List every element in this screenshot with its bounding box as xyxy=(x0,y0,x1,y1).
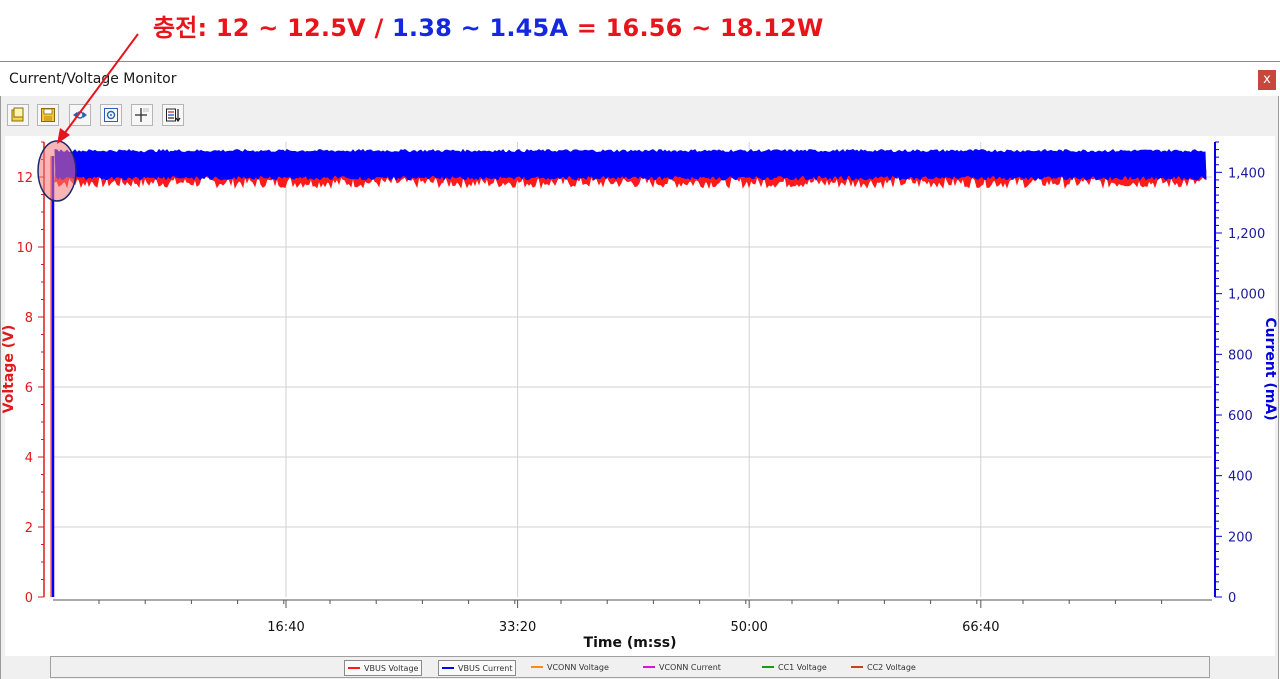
legend-swatch xyxy=(762,665,774,668)
legend-label: CC2 Voltage xyxy=(867,663,916,672)
left-tick-label: 6 xyxy=(25,381,33,396)
x-tick-label: 33:20 xyxy=(499,620,536,635)
legend-label: VBUS Voltage xyxy=(364,664,419,673)
right-tick-label: 1,000 xyxy=(1228,288,1265,303)
right-tick-label: 400 xyxy=(1228,470,1253,485)
legend-label: CC1 Voltage xyxy=(778,663,827,672)
right-tick-label: 200 xyxy=(1228,530,1253,545)
left-tick-label: 10 xyxy=(16,241,33,256)
legend-swatch xyxy=(348,666,360,669)
left-tick-label: 2 xyxy=(25,521,33,536)
right-tick-label: 800 xyxy=(1228,348,1253,363)
legend: VBUS Voltage VBUS Current VCONN Voltage VCO… xyxy=(50,656,1210,678)
legend-item[interactable]: CC2 Voltage xyxy=(851,660,916,676)
left-tick-label: 12 xyxy=(16,171,33,186)
x-tick-label: 16:40 xyxy=(267,620,304,635)
left-axis-title: Voltage (V) xyxy=(1,325,17,414)
legend-swatch xyxy=(442,666,454,669)
legend-label: VBUS Current xyxy=(458,664,513,673)
legend-item[interactable]: VCONN Voltage xyxy=(531,660,609,676)
x-tick-label: 50:00 xyxy=(730,620,767,635)
legend-swatch xyxy=(643,665,655,668)
right-axis-title: Current (mA) xyxy=(1262,317,1278,420)
voltage-current-chart: 16:40 33:20 50:00 66:40 Time (m:ss) 0 2 4 6 8 10 12… xyxy=(1,33,1278,651)
annotation-arrow-line xyxy=(63,33,139,135)
left-tick-label: 4 xyxy=(25,451,33,466)
right-tick-label: 0 xyxy=(1228,591,1236,606)
legend-label: VCONN Current xyxy=(659,663,721,672)
right-tick-label: 1,400 xyxy=(1228,166,1265,181)
legend-swatch xyxy=(851,665,863,668)
annotation-arrow-head xyxy=(57,128,70,144)
left-tick-label: 0 xyxy=(25,591,33,606)
x-tick-label: 66:40 xyxy=(962,620,999,635)
right-tick-label: 600 xyxy=(1228,409,1253,424)
highlight-ellipse xyxy=(37,140,77,202)
x-axis-title: Time (m:ss) xyxy=(584,635,677,651)
legend-swatch xyxy=(531,665,543,668)
legend-item[interactable]: VBUS Voltage xyxy=(344,660,423,676)
legend-item[interactable]: CC1 Voltage xyxy=(762,660,827,676)
legend-item[interactable]: VCONN Current xyxy=(643,660,721,676)
left-tick-label: 8 xyxy=(25,311,33,326)
series-vbus-current xyxy=(54,148,1207,181)
right-tick-label: 1,200 xyxy=(1228,227,1265,242)
legend-label: VCONN Voltage xyxy=(547,663,609,672)
grid-lines xyxy=(53,142,1212,597)
legend-item[interactable]: VBUS Current xyxy=(438,660,517,676)
